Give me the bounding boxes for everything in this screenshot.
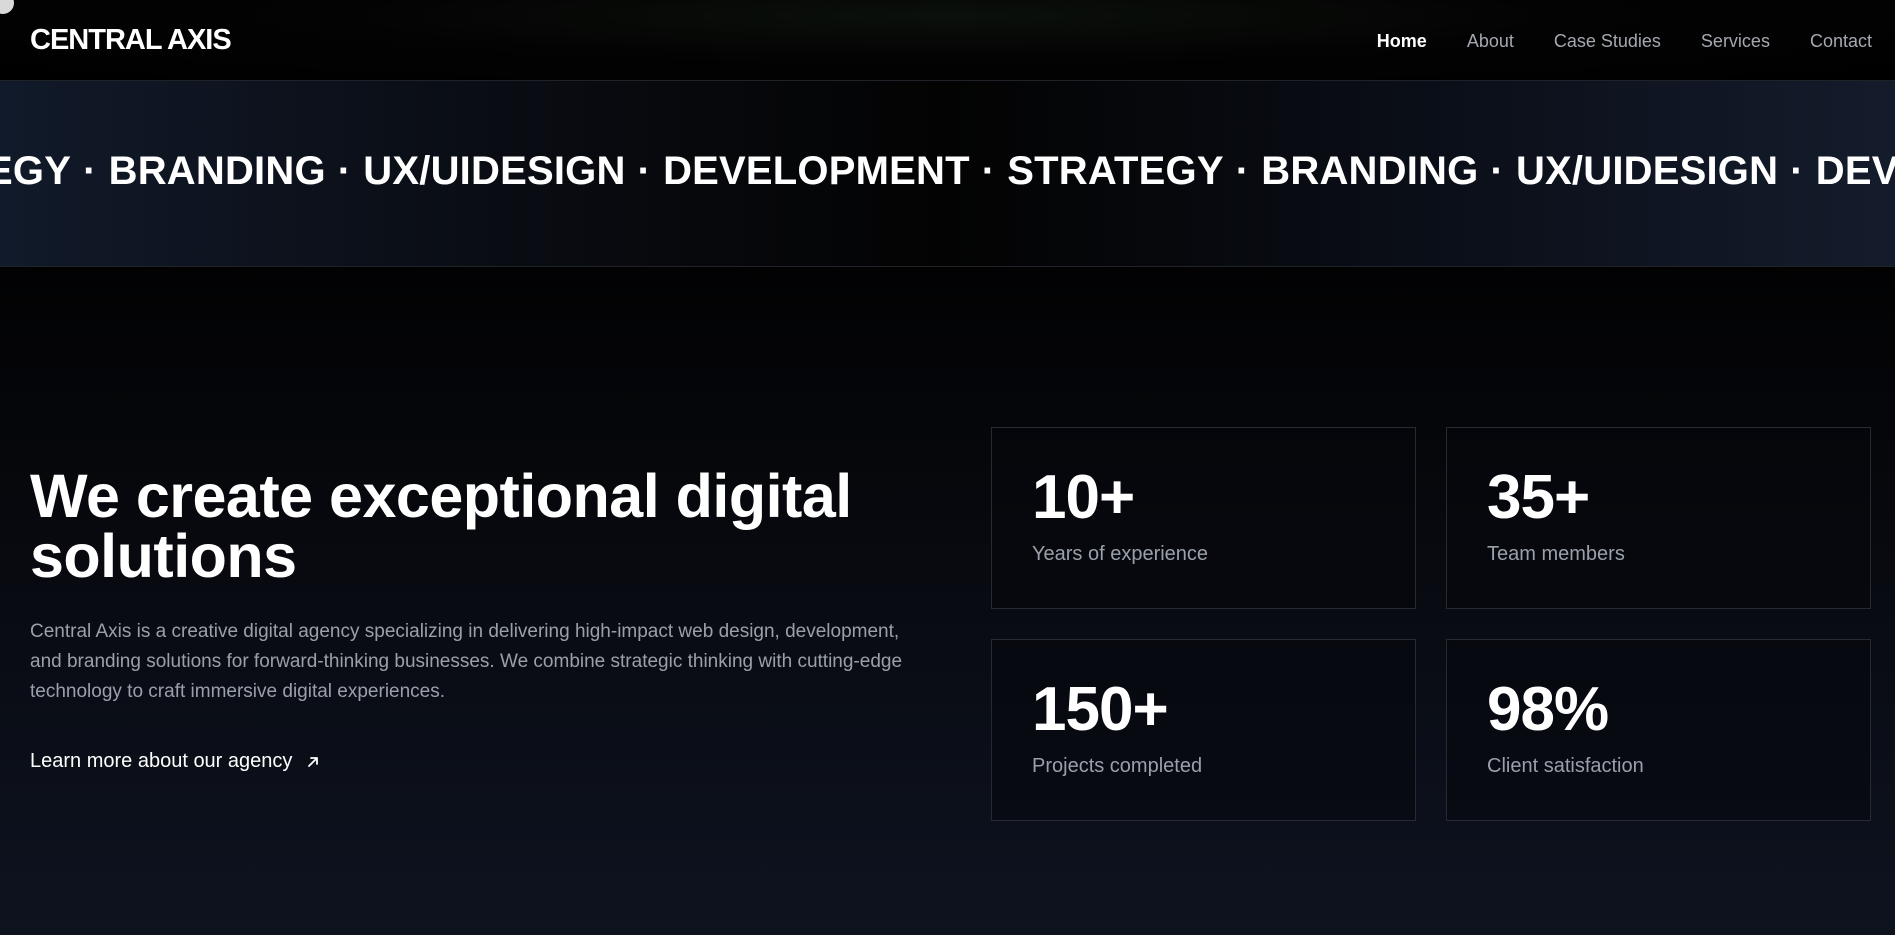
nav-services[interactable]: Services xyxy=(1701,30,1770,52)
stat-value: 35+ xyxy=(1487,463,1590,532)
marquee-separator: · xyxy=(637,149,652,193)
arrow-up-right-icon xyxy=(308,756,319,767)
services-marquee: EGY·BRANDING·UX/UIDESIGN·DEVELOPMENT·STR… xyxy=(0,81,1895,267)
main-nav: Home About Case Studies Services Contact xyxy=(1377,30,1872,52)
stat-card-projects: 150+ Projects completed xyxy=(991,639,1416,821)
stat-card-experience: 10+ Years of experience xyxy=(991,427,1416,609)
stat-label: Client satisfaction xyxy=(1487,755,1644,777)
marquee-separator: · xyxy=(981,149,996,193)
marquee-item: DEVELOPMENT xyxy=(1815,149,1895,193)
learn-more-link[interactable]: Learn more about our agency xyxy=(30,750,320,773)
stat-card-team: 35+ Team members xyxy=(1446,427,1871,609)
nav-case-studies[interactable]: Case Studies xyxy=(1554,30,1661,52)
marquee-item: EGY xyxy=(0,149,72,193)
marquee-separator: · xyxy=(1490,149,1504,193)
marquee-track: EGY·BRANDING·UX/UIDESIGN·DEVELOPMENT·STR… xyxy=(0,149,1895,194)
marquee-separator: · xyxy=(83,149,97,193)
marquee-item: BRANDING xyxy=(108,149,326,193)
hero-description: Central Axis is a creative digital agenc… xyxy=(30,621,903,702)
page: CENTRAL AXIS Home About Case Studies Ser… xyxy=(0,0,1895,935)
hero-heading: We create exceptional digital solutions xyxy=(30,462,852,590)
stat-label: Team members xyxy=(1487,543,1625,565)
nav-home[interactable]: Home xyxy=(1377,30,1427,52)
nav-contact[interactable]: Contact xyxy=(1810,30,1872,52)
learn-more-label: Learn more about our agency xyxy=(30,750,293,772)
marquee-item: DEVELOPMENT xyxy=(663,149,970,193)
about-section: We create exceptional digital solutions … xyxy=(0,267,1895,935)
cursor-indicator xyxy=(0,0,14,14)
stat-value: 150+ xyxy=(1032,675,1169,744)
site-logo[interactable]: CENTRAL AXIS xyxy=(30,24,232,57)
marquee-item: STRATEGY xyxy=(1007,149,1224,193)
stat-label: Projects completed xyxy=(1032,755,1203,777)
stat-label: Years of experience xyxy=(1032,543,1209,565)
site-header: CENTRAL AXIS Home About Case Studies Ser… xyxy=(0,0,1895,81)
stat-value: 98% xyxy=(1487,675,1609,744)
marquee-item: UX/UIDESIGN xyxy=(1515,149,1779,193)
marquee-item: BRANDING xyxy=(1261,149,1479,193)
stat-card-satisfaction: 98% Client satisfaction xyxy=(1446,639,1871,821)
marquee-separator: · xyxy=(337,149,352,193)
stat-value: 10+ xyxy=(1032,463,1135,532)
nav-about[interactable]: About xyxy=(1467,30,1514,52)
marquee-separator: · xyxy=(1790,149,1804,193)
marquee-separator: · xyxy=(1235,149,1250,193)
marquee-item: UX/UIDESIGN xyxy=(363,149,626,193)
